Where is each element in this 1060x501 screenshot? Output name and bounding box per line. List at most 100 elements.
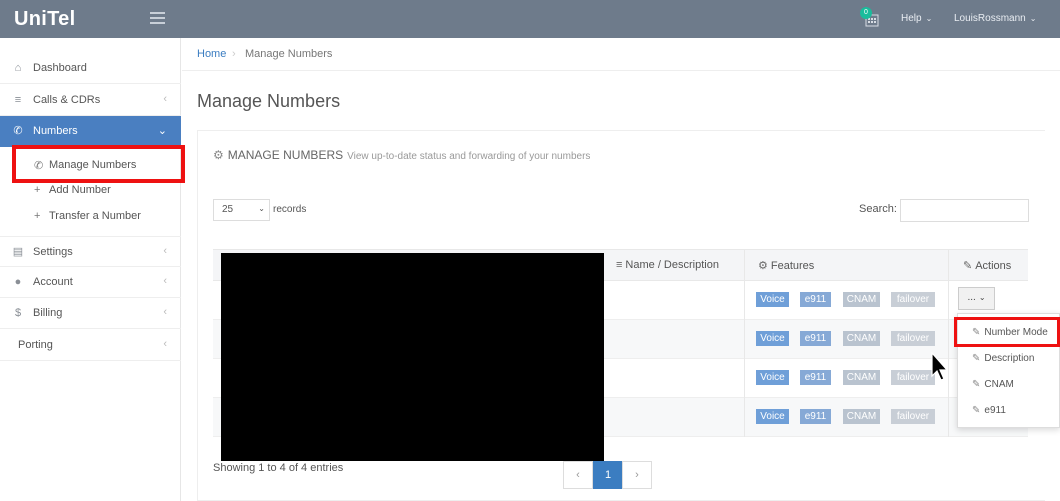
tag-voice: Voice [756,331,789,346]
help-label: Help [901,13,922,24]
user-menu[interactable]: LouisRossmann ⌄ [954,13,1036,24]
menu-item-label: CNAM [984,379,1014,390]
sidebar: ⌂ Dashboard ≡ Calls & CDRs ‹ ✆ Numbers ⌄… [0,38,181,501]
chevron-left-icon: ‹ [163,245,167,257]
column-header-actions[interactable]: ✎ Actions [963,259,1011,272]
sidebar-item-calls[interactable]: ≡ Calls & CDRs ‹ [0,85,181,116]
sidebar-item-label: Account [33,276,73,288]
tag-e911: e911 [800,409,831,424]
tag-failover: failover [891,331,935,346]
tag-cnam: CNAM [843,331,880,346]
sidebar-item-dashboard[interactable]: ⌂ Dashboard [0,53,181,84]
column-header-name[interactable]: ≡ Name / Description [616,259,719,271]
breadcrumb: Home › Manage Numbers [182,38,1060,71]
highlight-box [954,317,1060,347]
menu-item-e911[interactable]: ✎ e911 [972,405,1006,416]
edit-icon: ✎ [972,405,981,416]
breadcrumb-separator: › [232,48,236,60]
notification-badge: 0 [860,7,872,19]
sidebar-item-label: Dashboard [33,62,87,74]
gear-icon: ⚙ [213,148,224,162]
tag-e911: e911 [800,370,831,385]
menu-item-cnam[interactable]: ✎ CNAM [972,379,1014,390]
column-header-label: Actions [975,260,1012,272]
column-header-label: Name / Description [625,259,719,271]
tag-e911: e911 [800,331,831,346]
wrench-icon: ✎ [963,260,973,272]
sidebar-item-account[interactable]: ● Account ‹ [0,267,181,298]
sidebar-item-label: Settings [33,246,73,258]
chevron-down-icon: ⌄ [258,204,265,213]
sidebar-item-settings[interactable]: ▤ Settings ‹ [0,236,181,267]
list-icon: ≡ [616,259,623,271]
panel-header: ⚙ MANAGE NUMBERS View up-to-date status an… [213,148,590,162]
search-input[interactable] [900,199,1029,222]
panel-subtitle: View up-to-date status and forwarding of… [347,151,591,162]
records-per-page-value: 25 [222,204,234,215]
pagination-prev[interactable]: ‹ [563,461,593,489]
pagination-next[interactable]: › [622,461,652,489]
mouse-cursor-icon [931,352,949,381]
tag-e911: e911 [800,292,831,307]
menu-item-label: Description [984,353,1035,364]
panel-title: MANAGE NUMBERS [227,148,344,162]
tag-failover: failover [891,409,935,424]
table-info: Showing 1 to 4 of 4 entries [213,462,344,474]
sidebar-item-porting[interactable]: Porting ‹ [0,330,181,361]
menu-toggle-icon[interactable] [150,12,165,24]
plus-icon: + [34,210,41,222]
column-header-label: Features [770,260,815,272]
user-icon: ● [14,276,22,288]
settings-icon: ▤ [12,246,24,258]
sidebar-item-label: Numbers [33,125,78,137]
page-title: Manage Numbers [197,91,341,111]
chevron-left-icon: ‹ [163,275,167,287]
sidebar-item-label: Billing [33,307,63,319]
records-per-page-select[interactable]: 25 ⌄ [213,199,270,221]
redacted-area [221,253,604,461]
chevron-left-icon: ‹ [163,306,167,318]
chevron-left-icon: ‹ [163,93,167,105]
column-header-features[interactable]: ⚙ Features [758,259,814,272]
sidebar-item-numbers[interactable]: ✆ Numbers ⌄ [0,116,181,147]
sidebar-subitem-transfer-number[interactable]: + Transfer a Number [0,204,181,228]
tag-cnam: CNAM [843,409,880,424]
user-name: LouisRossmann [954,13,1026,24]
highlight-box [12,145,185,183]
column-divider [948,249,949,437]
records-label: records [273,204,307,215]
edit-icon: ✎ [972,353,981,364]
tag-failover: failover [891,292,935,307]
home-icon: ⌂ [14,62,22,74]
chevron-down-icon: ⌄ [157,125,167,137]
sidebar-subitem-label: Add Number [49,184,111,196]
search-label: Search: [859,203,897,215]
dollar-icon: $ [14,307,22,319]
top-bar: UniTel 0 Help ⌄ LouisRossmann ⌄ [0,0,1060,38]
help-menu[interactable]: Help ⌄ [901,13,932,24]
cogs-icon: ⚙ [758,260,768,272]
column-divider [744,249,745,437]
tag-voice: Voice [756,370,789,385]
phone-icon: ✆ [13,125,23,137]
chevron-down-icon: ⌄ [925,14,933,23]
app-logo[interactable]: UniTel [14,8,75,31]
tag-cnam: CNAM [843,292,880,307]
breadcrumb-home-link[interactable]: Home [197,48,226,60]
pagination-page[interactable]: 1 [593,461,623,489]
tag-voice: Voice [756,409,789,424]
plus-icon: + [34,184,41,196]
chevron-left-icon: ‹ [163,338,167,350]
row-actions-button[interactable]: ... ⌄ [958,287,995,310]
tag-voice: Voice [756,292,789,307]
row-actions-label: ... [967,292,976,303]
breadcrumb-current: Manage Numbers [245,48,333,60]
tag-cnam: CNAM [843,370,880,385]
edit-icon: ✎ [972,379,981,390]
chevron-down-icon: ⌄ [1029,14,1037,23]
sidebar-item-billing[interactable]: $ Billing ‹ [0,298,181,329]
menu-item-description[interactable]: ✎ Description [972,353,1034,364]
chevron-down-icon: ⌄ [978,293,986,302]
list-icon: ≡ [14,94,22,106]
sidebar-subitem-label: Transfer a Number [49,210,141,222]
